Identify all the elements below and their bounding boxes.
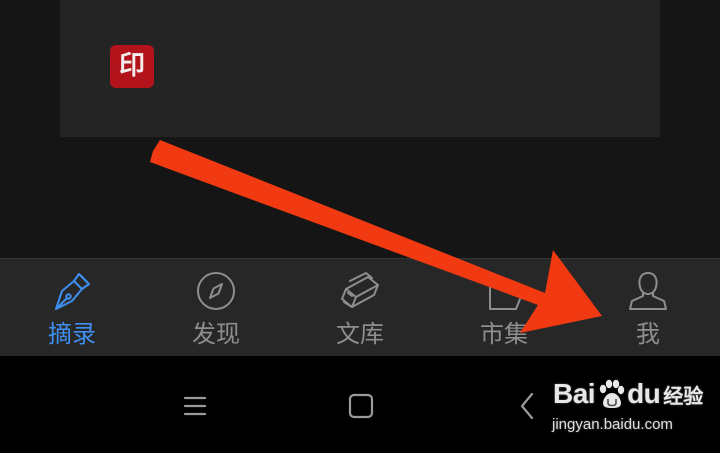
seal-stamp-logo: 印 — [110, 45, 154, 88]
books-icon — [338, 269, 382, 313]
tab-discover-label: 发现 — [192, 320, 240, 348]
person-icon — [626, 269, 670, 313]
tab-library-label: 文库 — [336, 320, 384, 348]
back-chevron-icon — [510, 388, 546, 424]
tab-excerpts-label: 摘录 — [48, 320, 96, 348]
content-area: 印 — [0, 0, 720, 258]
market-icon — [482, 269, 526, 313]
fountain-pen-icon — [50, 269, 94, 313]
system-nav-bar — [0, 356, 720, 453]
tab-discover[interactable]: 发现 — [144, 259, 288, 356]
compass-icon — [194, 269, 238, 313]
home-square-icon — [343, 388, 379, 424]
tab-market[interactable]: 市集 — [432, 259, 576, 356]
menu-icon — [177, 388, 213, 424]
tab-excerpts[interactable]: 摘录 — [0, 259, 144, 356]
tab-market-label: 市集 — [480, 320, 528, 348]
tab-me-label: 我 — [636, 320, 660, 348]
tab-library[interactable]: 文库 — [288, 259, 432, 356]
back-button[interactable] — [510, 388, 546, 424]
home-button[interactable] — [343, 388, 379, 424]
menu-button[interactable] — [177, 388, 213, 424]
bottom-tab-bar: 摘录 发现 文库 市集 我 — [0, 258, 720, 356]
tab-me[interactable]: 我 — [576, 259, 720, 356]
